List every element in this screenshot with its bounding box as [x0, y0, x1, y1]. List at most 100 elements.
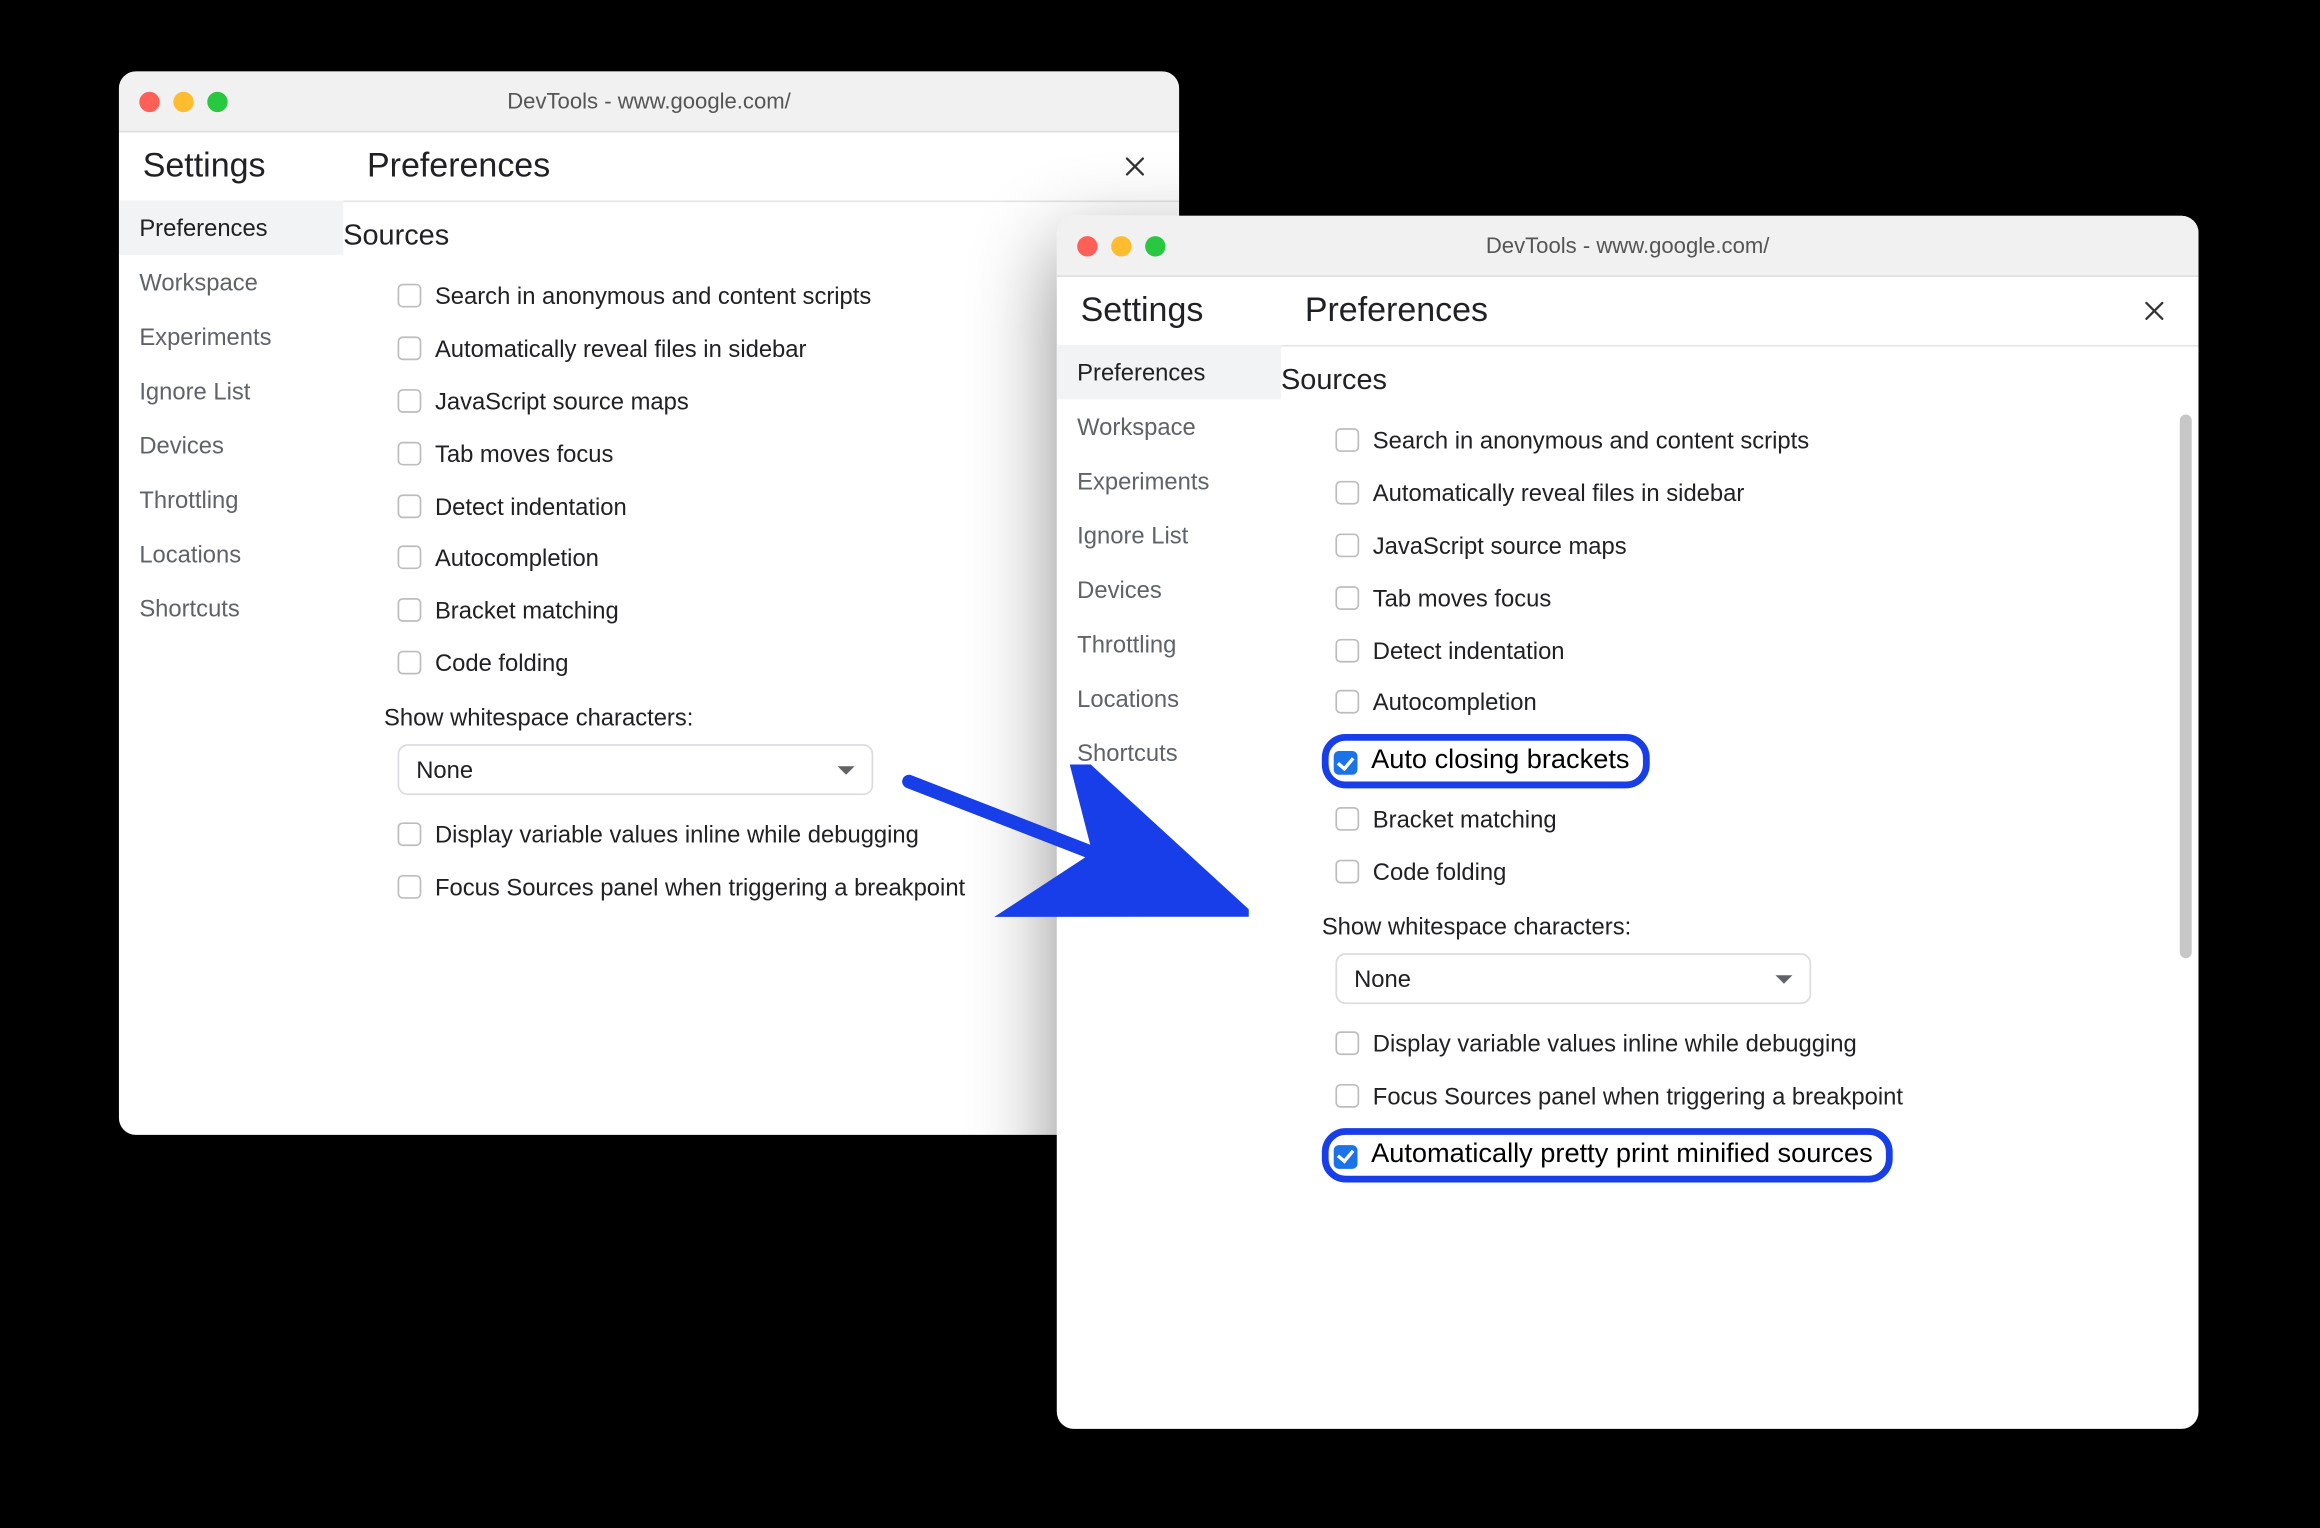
option-label: Automatically reveal files in sidebar: [435, 333, 806, 365]
sidebar-item-workspace[interactable]: Workspace: [119, 255, 343, 309]
option-label: Code folding: [1373, 857, 1507, 889]
setting-row: Automatically reveal files in sidebar: [343, 323, 1155, 375]
annotation-arrow: [892, 765, 1249, 952]
option-label: Focus Sources panel when triggering a br…: [435, 872, 965, 904]
checkbox[interactable]: [398, 875, 422, 899]
checkbox[interactable]: [398, 494, 422, 518]
highlighted-setting: Auto closing brackets: [1322, 735, 1650, 789]
sidebar-item-throttling[interactable]: Throttling: [119, 472, 343, 526]
checkbox[interactable]: [398, 441, 422, 465]
setting-row: Detect indentation: [343, 480, 1155, 532]
option-label: Bracket matching: [1373, 804, 1557, 836]
highlighted-setting: Automatically pretty print minified sour…: [1322, 1128, 1893, 1182]
page-title: Preferences: [367, 147, 1115, 186]
checkbox[interactable]: [398, 546, 422, 570]
option-label: Automatically pretty print minified sour…: [1371, 1140, 1873, 1171]
option-label: Autocompletion: [435, 543, 599, 575]
option-label: Code folding: [435, 648, 569, 680]
sidebar-item-preferences[interactable]: Preferences: [119, 200, 343, 254]
setting-row: Autocompletion: [343, 533, 1155, 585]
checkbox[interactable]: [1334, 752, 1358, 776]
section-title: Sources: [343, 219, 1155, 253]
option-label: Display variable values inline while deb…: [1373, 1028, 1857, 1060]
sidebar-item-locations[interactable]: Locations: [1057, 671, 1281, 725]
settings-sidebar: PreferencesWorkspaceExperimentsIgnore Li…: [119, 200, 343, 1134]
setting-row: Tab moves focus: [343, 428, 1155, 480]
sidebar-item-devices[interactable]: Devices: [119, 418, 343, 472]
whitespace-label: Show whitespace characters:: [1281, 899, 2175, 947]
checkbox[interactable]: [1335, 808, 1359, 832]
page-title: Preferences: [1305, 291, 2134, 330]
option-label: JavaScript source maps: [435, 385, 689, 417]
checkbox[interactable]: [398, 284, 422, 308]
setting-row: JavaScript source maps: [343, 375, 1155, 427]
close-settings-button[interactable]: [1115, 146, 1156, 187]
chevron-down-icon: [1775, 975, 1792, 983]
close-icon: [1121, 153, 1148, 180]
sidebar-item-preferences[interactable]: Preferences: [1057, 345, 1281, 399]
option-label: Focus Sources panel when triggering a br…: [1373, 1081, 1903, 1113]
option-label: Detect indentation: [1373, 635, 1565, 667]
setting-row: Search in anonymous and content scripts: [343, 270, 1155, 322]
whitespace-value: None: [416, 756, 473, 783]
settings-title: Settings: [143, 147, 367, 186]
sidebar-item-locations[interactable]: Locations: [119, 527, 343, 581]
option-label: Search in anonymous and content scripts: [435, 280, 871, 312]
checkbox[interactable]: [398, 389, 422, 413]
checkbox[interactable]: [1335, 1084, 1359, 1108]
checkbox[interactable]: [398, 599, 422, 623]
scrollbar[interactable]: [2180, 415, 2192, 959]
whitespace-select[interactable]: None: [398, 744, 874, 795]
checkbox[interactable]: [1335, 428, 1359, 452]
sidebar-item-experiments[interactable]: Experiments: [119, 309, 343, 363]
option-label: Search in anonymous and content scripts: [1373, 425, 1809, 457]
checkbox[interactable]: [1335, 691, 1359, 715]
checkbox[interactable]: [398, 651, 422, 675]
checkbox[interactable]: [1335, 860, 1359, 884]
setting-row: JavaScript source maps: [1281, 520, 2175, 572]
checkbox[interactable]: [1335, 1032, 1359, 1056]
checkbox[interactable]: [1335, 533, 1359, 557]
checkbox[interactable]: [1335, 638, 1359, 662]
window-title: DevTools - www.google.com/: [1057, 233, 2199, 258]
whitespace-select[interactable]: None: [1335, 953, 1811, 1004]
option-label: Display variable values inline while deb…: [435, 819, 919, 851]
sidebar-item-ignore-list[interactable]: Ignore List: [119, 364, 343, 418]
option-label: Auto closing brackets: [1371, 746, 1629, 777]
devtools-window-before: DevTools - www.google.com/ Settings Pref…: [119, 71, 1179, 1135]
titlebar[interactable]: DevTools - www.google.com/: [1057, 216, 2199, 277]
option-label: JavaScript source maps: [1373, 530, 1627, 562]
setting-row: Code folding: [1281, 847, 2175, 899]
chevron-down-icon: [838, 766, 855, 774]
checkbox[interactable]: [1334, 1145, 1358, 1169]
sidebar-item-shortcuts[interactable]: Shortcuts: [119, 581, 343, 635]
whitespace-value: None: [1354, 965, 1411, 992]
checkbox[interactable]: [1335, 481, 1359, 505]
setting-row: Detect indentation: [1281, 624, 2175, 676]
setting-row: Display variable values inline while deb…: [1281, 1018, 2175, 1070]
setting-row: Code folding: [343, 638, 1155, 690]
checkbox[interactable]: [398, 823, 422, 847]
close-settings-button[interactable]: [2134, 291, 2175, 332]
setting-row: Search in anonymous and content scripts: [1281, 415, 2175, 467]
sidebar-item-experiments[interactable]: Experiments: [1057, 454, 1281, 508]
setting-row: Bracket matching: [1281, 794, 2175, 846]
option-label: Automatically reveal files in sidebar: [1373, 477, 1744, 509]
setting-row: Tab moves focus: [1281, 572, 2175, 624]
option-label: Bracket matching: [435, 595, 619, 627]
section-title: Sources: [1281, 364, 2175, 398]
preferences-content: Sources Search in anonymous and content …: [1281, 345, 2198, 1429]
sidebar-item-throttling[interactable]: Throttling: [1057, 617, 1281, 671]
settings-title: Settings: [1081, 291, 1305, 330]
titlebar[interactable]: DevTools - www.google.com/: [119, 71, 1179, 132]
close-icon: [2141, 297, 2168, 324]
sidebar-item-workspace[interactable]: Workspace: [1057, 399, 1281, 453]
setting-row: Bracket matching: [343, 585, 1155, 637]
setting-row: Autocompletion: [1281, 677, 2175, 729]
sidebar-item-devices[interactable]: Devices: [1057, 562, 1281, 616]
sidebar-item-ignore-list[interactable]: Ignore List: [1057, 508, 1281, 562]
preferences-content: Sources Search in anonymous and content …: [343, 200, 1179, 1134]
setting-row: Automatically reveal files in sidebar: [1281, 467, 2175, 519]
checkbox[interactable]: [398, 336, 422, 360]
checkbox[interactable]: [1335, 586, 1359, 610]
